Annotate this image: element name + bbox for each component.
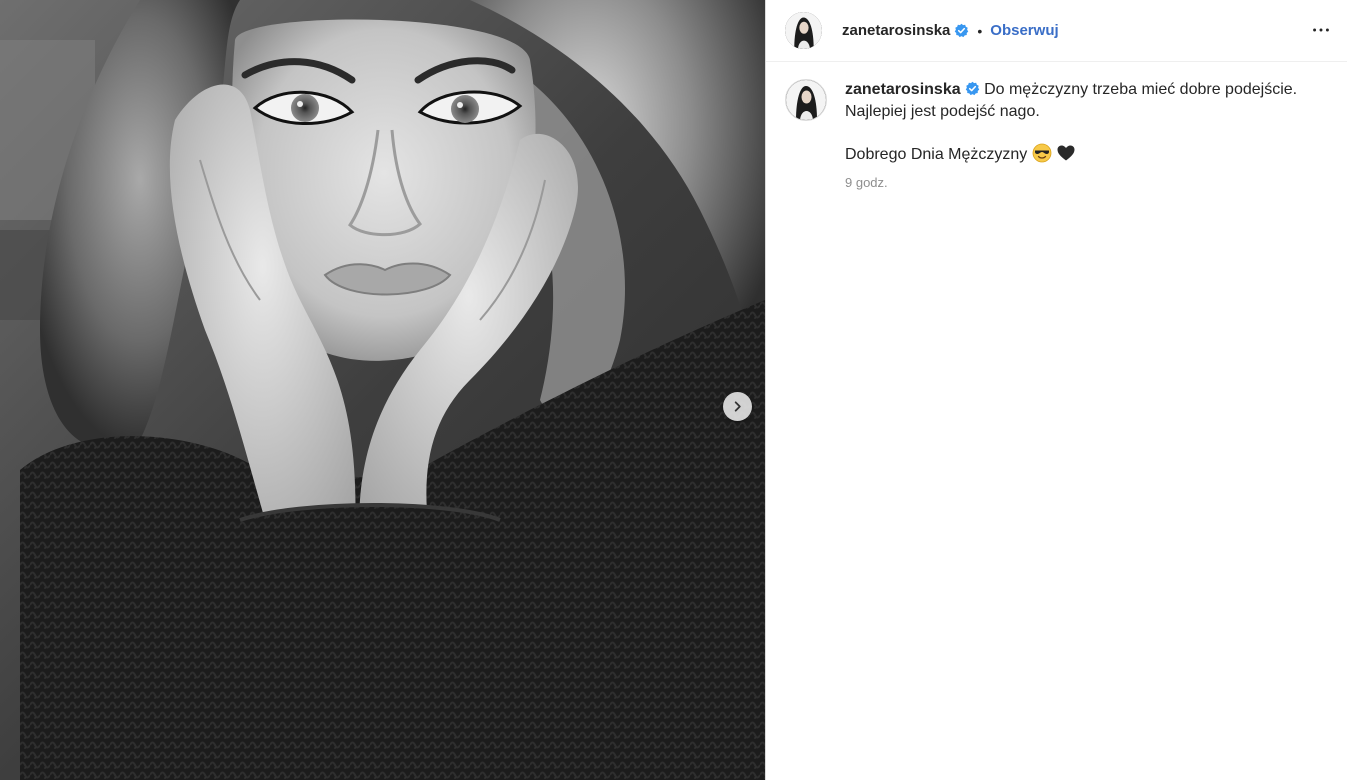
caption-line-3: Dobrego Dnia Mężczyzny: [845, 143, 1325, 166]
post-header: zanetarosinska • Obserwuj: [766, 0, 1347, 62]
header-separator: •: [977, 22, 983, 39]
header-username[interactable]: zanetarosinska: [842, 22, 950, 39]
smiling-face-with-sunglasses-icon: [1032, 143, 1052, 163]
caption-text-line-2: Najlepiej jest podejść nago.: [845, 103, 1040, 120]
post-dialog: zanetarosinska • Obserwuj zanetarosinska…: [0, 0, 1347, 780]
verified-badge-icon: [965, 81, 980, 96]
profile-picture: [785, 12, 822, 49]
caption-avatar[interactable]: [785, 79, 827, 121]
profile-picture: [786, 80, 826, 120]
black-heart-icon: [1056, 143, 1076, 163]
caption-username[interactable]: zanetarosinska: [845, 81, 961, 98]
post-photo: [0, 0, 765, 780]
caption-body: zanetarosinska Do mężczyzny trzeba mieć …: [845, 79, 1325, 194]
post-timestamp[interactable]: 9 godz.: [845, 172, 1325, 194]
chevron-right-icon: [734, 401, 741, 412]
follow-button[interactable]: Obserwuj: [990, 22, 1058, 39]
caption-text-line-1: Do mężczyzny trzeba mieć dobre podejście…: [984, 81, 1298, 98]
more-options-button[interactable]: [1309, 18, 1333, 42]
caption-line-1: zanetarosinska Do mężczyzny trzeba mieć …: [845, 79, 1325, 101]
caption: zanetarosinska Do mężczyzny trzeba mieć …: [766, 62, 1347, 194]
caption-text-line-3: Dobrego Dnia Mężczyzny: [845, 146, 1028, 163]
avatar[interactable]: [785, 12, 822, 49]
post-media[interactable]: [0, 0, 765, 780]
more-options-icon: [1313, 28, 1329, 32]
verified-badge-icon: [954, 23, 969, 38]
post-sidebar: zanetarosinska • Obserwuj zanetarosinska…: [765, 0, 1347, 780]
next-media-button[interactable]: [723, 392, 752, 421]
